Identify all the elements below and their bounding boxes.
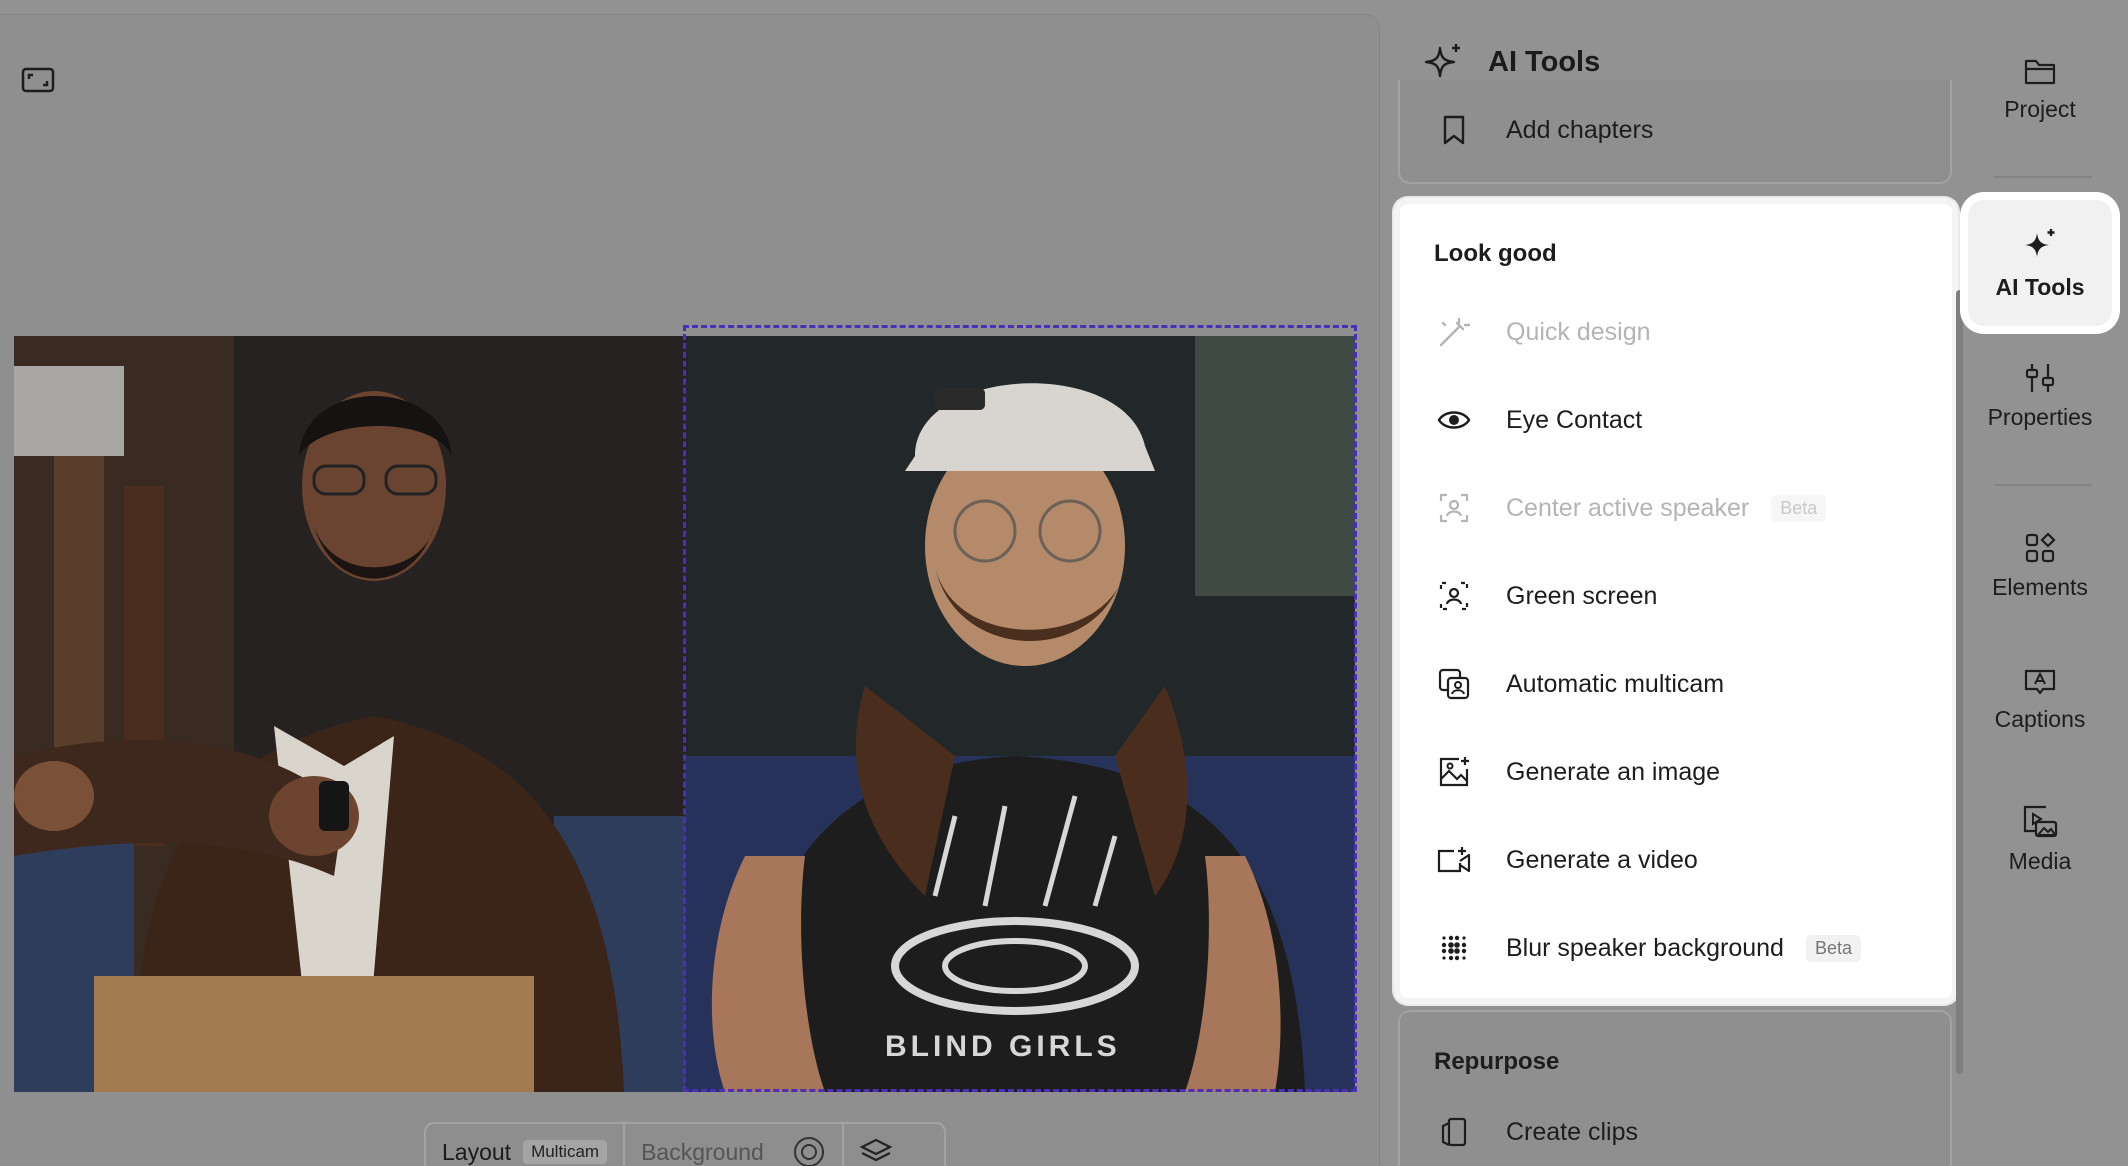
blur-speaker-background-label: Blur speaker background [1506, 933, 1784, 962]
eye-icon [1434, 400, 1474, 440]
sparkle-icon [2025, 228, 2055, 257]
generate-image-item[interactable]: Generate an image [1434, 742, 1720, 802]
add-chapters-label: Add chapters [1506, 115, 1654, 144]
sidebar-item-label: Project [2004, 96, 2076, 122]
sidebar-item-media[interactable]: Media [1964, 804, 2116, 875]
green-screen-label: Green screen [1506, 581, 1658, 610]
layout-label: Layout [442, 1138, 512, 1165]
camera-left[interactable] [14, 336, 685, 1092]
blur-icon [1434, 928, 1474, 968]
background-label: Background [641, 1138, 764, 1165]
quick-design-label: Quick design [1506, 317, 1651, 346]
add-chapters-item[interactable]: Add chapters [1434, 100, 1653, 160]
sliders-icon [2025, 364, 2055, 392]
sparkle-icon [1424, 44, 1460, 78]
eye-contact-item[interactable]: Eye Contact [1434, 390, 1642, 450]
clips-icon [1434, 1112, 1474, 1152]
create-clips-item[interactable]: Create clips [1434, 1102, 1638, 1162]
background-selector[interactable]: Background [625, 1124, 844, 1166]
bookmark-icon [1434, 110, 1474, 150]
generate-video-icon [1434, 840, 1474, 880]
media-icon [2023, 805, 2058, 838]
automatic-multicam-label: Automatic multicam [1506, 669, 1725, 698]
layout-toolbar: Layout Multicam Background [424, 1122, 946, 1166]
sidebar-item-properties[interactable]: Properties [1964, 362, 2116, 431]
expand-button[interactable] [20, 65, 56, 95]
panel-scrollbar[interactable] [1956, 290, 1963, 1074]
sidebar-item-label: Elements [1992, 574, 2088, 600]
svg-text:BLIND GIRLS: BLIND GIRLS [885, 1030, 1121, 1063]
sidebar-item-label: Properties [1987, 404, 2093, 430]
captions-icon [2024, 669, 2056, 695]
sidebar-item-label: AI Tools [1995, 273, 2085, 300]
center-speaker-icon [1434, 488, 1474, 528]
look-good-card: Look good Quick design Eye Contact Cente… [1394, 198, 1958, 1004]
repurpose-card: Repurpose Create clips [1398, 1010, 1952, 1166]
sidebar-divider [1994, 484, 2092, 486]
generate-video-item[interactable]: Generate a video [1434, 830, 1698, 890]
shapes-icon [2025, 532, 2056, 563]
generate-image-icon [1434, 752, 1474, 792]
sidebar-item-ai-tools[interactable]: AI Tools [1968, 200, 2112, 326]
beta-badge: Beta [1805, 934, 1861, 962]
folder-icon [2024, 59, 2056, 85]
sidebar-divider [1994, 176, 2092, 178]
camera-right[interactable]: BLIND GIRLS [685, 336, 1355, 1092]
layout-tag: Multicam [523, 1140, 608, 1164]
quick-design-item[interactable]: Quick design [1434, 302, 1651, 362]
sidebar-item-label: Media [2008, 848, 2072, 874]
layout-selector[interactable]: Layout Multicam [426, 1124, 626, 1166]
blur-speaker-background-item[interactable]: Blur speaker background Beta [1434, 918, 1861, 978]
generate-image-label: Generate an image [1506, 757, 1721, 786]
create-clips-label: Create clips [1506, 1117, 1638, 1146]
sidebar-item-captions[interactable]: Captions [1964, 668, 2116, 733]
sidebar-item-label: Captions [1994, 706, 2086, 732]
generate-video-label: Generate a video [1506, 845, 1698, 874]
center-active-speaker-item[interactable]: Center active speaker Beta [1434, 478, 1827, 538]
layers-icon [859, 1138, 892, 1162]
layers-button[interactable] [844, 1124, 908, 1166]
right-sidebar: Project AI Tools Properties Elements Cap… [1964, 0, 2128, 1166]
expand-icon [21, 67, 55, 93]
color-picker-icon [793, 1137, 824, 1166]
automatic-multicam-item[interactable]: Automatic multicam [1434, 654, 1724, 714]
panel-title: AI Tools [1488, 45, 1601, 78]
chapters-card: Add chapters [1398, 80, 1952, 184]
green-screen-item[interactable]: Green screen [1434, 566, 1657, 626]
sidebar-item-project[interactable]: Project [1964, 56, 2116, 123]
multicam-icon [1434, 664, 1474, 704]
green-screen-icon [1434, 576, 1474, 616]
video-preview[interactable]: BLIND GIRLS [14, 336, 1355, 1092]
eye-contact-label: Eye Contact [1506, 405, 1643, 434]
repurpose-title: Repurpose [1434, 1048, 1560, 1075]
beta-badge: Beta [1771, 494, 1827, 522]
look-good-title: Look good [1434, 240, 1557, 267]
sidebar-item-elements[interactable]: Elements [1964, 532, 2116, 601]
center-active-speaker-label: Center active speaker [1506, 493, 1750, 522]
magic-wand-icon [1434, 312, 1474, 352]
